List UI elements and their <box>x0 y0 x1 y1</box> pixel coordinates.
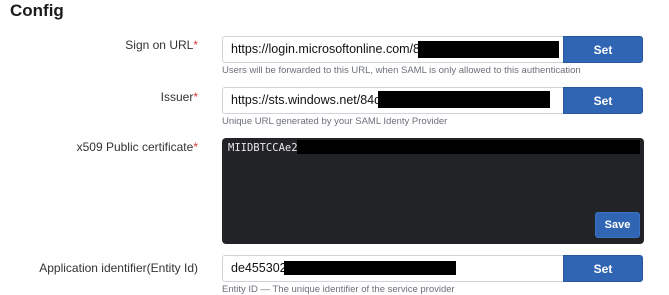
entity-id-help: Entity ID — The unique identifier of the… <box>222 284 455 295</box>
required-mark: * <box>193 140 198 154</box>
issuer-label: Issuer* <box>160 90 198 104</box>
redaction-bar <box>378 91 550 108</box>
required-mark: * <box>193 38 198 52</box>
set-issuer-button[interactable]: Set <box>563 87 643 114</box>
redaction-bar <box>284 261 456 275</box>
required-mark: * <box>193 90 198 104</box>
issuer-value: https://sts.windows.net/84d8 <box>231 93 389 107</box>
issuer-help: Unique URL generated by your SAML Identy… <box>222 116 448 127</box>
redaction-bar <box>418 41 559 58</box>
redaction-bar <box>297 140 640 154</box>
entity-id-value: de455302- <box>231 261 291 275</box>
save-certificate-button[interactable]: Save <box>595 212 640 238</box>
sign-on-url-value: https://login.microsoftonline.com/84d8 <box>231 42 441 56</box>
set-entity-id-button[interactable]: Set <box>563 255 643 282</box>
entity-id-label: Application identifier(Entity Id) <box>39 261 198 275</box>
sign-on-url-help: Users will be forwarded to this URL, whe… <box>222 65 581 76</box>
page-title: Config <box>10 1 64 20</box>
sign-on-url-label: Sign on URL* <box>125 38 198 52</box>
certificate-label: x509 Public certificate* <box>76 140 198 154</box>
set-sign-on-url-button[interactable]: Set <box>563 36 643 63</box>
